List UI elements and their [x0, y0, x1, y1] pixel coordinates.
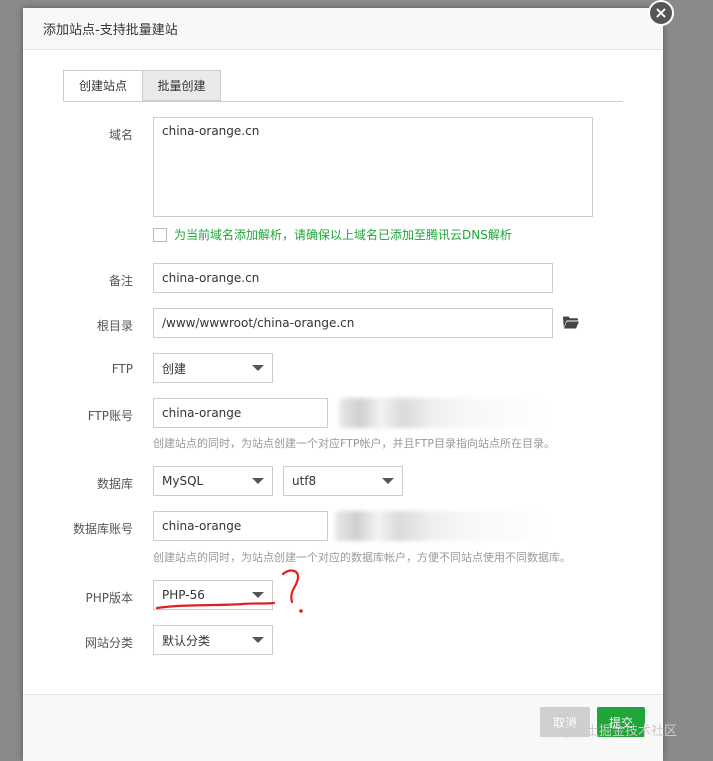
db-account-label: 数据库账号: [72, 522, 133, 536]
ftp-account-label: FTP账号: [87, 409, 133, 423]
add-site-dialog: 添加站点-支持批量建站 创建站点 批量创建 域名 为当前域名添加解析，请确保以上…: [23, 8, 663, 761]
php-version-label: PHP版本: [85, 591, 134, 605]
category-select[interactable]: 默认分类: [153, 625, 273, 655]
php-version-value: PHP-56: [162, 588, 205, 602]
close-icon[interactable]: ×: [648, 0, 674, 26]
watermark-text: @稀土掘金技术社区: [560, 724, 678, 739]
db-account-input[interactable]: china-orange: [153, 511, 328, 541]
dns-checkbox[interactable]: [153, 227, 167, 242]
ftp-select-value: 创建: [162, 361, 187, 376]
database-type-select[interactable]: MySQL: [153, 466, 273, 496]
ftp-label: FTP: [111, 362, 133, 376]
ftp-select[interactable]: 创建: [153, 353, 273, 383]
ftp-account-hint: 创建站点的同时，为站点创建一个对应FTP帐户，并且FTP目录指向站点所在目录。: [153, 437, 555, 450]
remark-label: 备注: [108, 274, 133, 288]
dns-checkbox-label: 为当前域名添加解析，请确保以上域名已添加至腾讯云DNS解析: [174, 228, 512, 242]
category-value: 默认分类: [162, 633, 211, 648]
domain-textarea[interactable]: [153, 117, 593, 217]
ftp-password-redacted[interactable]: [339, 398, 549, 428]
ftp-account-input[interactable]: china-orange: [153, 398, 328, 428]
remark-input[interactable]: china-orange.cn: [153, 263, 553, 293]
database-label: 数据库: [96, 477, 133, 491]
domain-label: 域名: [108, 128, 133, 142]
chevron-down-icon: [252, 592, 264, 598]
tab-bar: 创建站点 批量创建: [63, 70, 623, 102]
database-type-value: MySQL: [162, 474, 204, 488]
root-dir-label: 根目录: [96, 319, 133, 333]
dns-checkbox-row: 为当前域名添加解析，请确保以上域名已添加至腾讯云DNS解析: [153, 226, 512, 243]
php-version-select[interactable]: PHP-56: [153, 580, 273, 610]
chevron-down-icon: [382, 478, 394, 484]
database-charset-select[interactable]: utf8: [283, 466, 403, 496]
chevron-down-icon: [252, 637, 264, 643]
dialog-header: 添加站点-支持批量建站: [23, 8, 663, 50]
tab-create-site[interactable]: 创建站点: [63, 70, 143, 101]
folder-icon[interactable]: [563, 316, 579, 329]
category-label: 网站分类: [84, 636, 133, 650]
tab-batch-create[interactable]: 批量创建: [143, 70, 221, 101]
db-password-redacted[interactable]: [335, 511, 549, 541]
dialog-title: 添加站点-支持批量建站: [43, 23, 178, 38]
database-charset-value: utf8: [292, 474, 317, 488]
chevron-down-icon: [252, 478, 264, 484]
root-dir-input[interactable]: /www/wwwroot/china-orange.cn: [153, 308, 553, 338]
chevron-down-icon: [252, 365, 264, 371]
db-account-hint: 创建站点的同时，为站点创建一个对应的数据库帐户，方便不同站点使用不同数据库。: [153, 551, 571, 564]
